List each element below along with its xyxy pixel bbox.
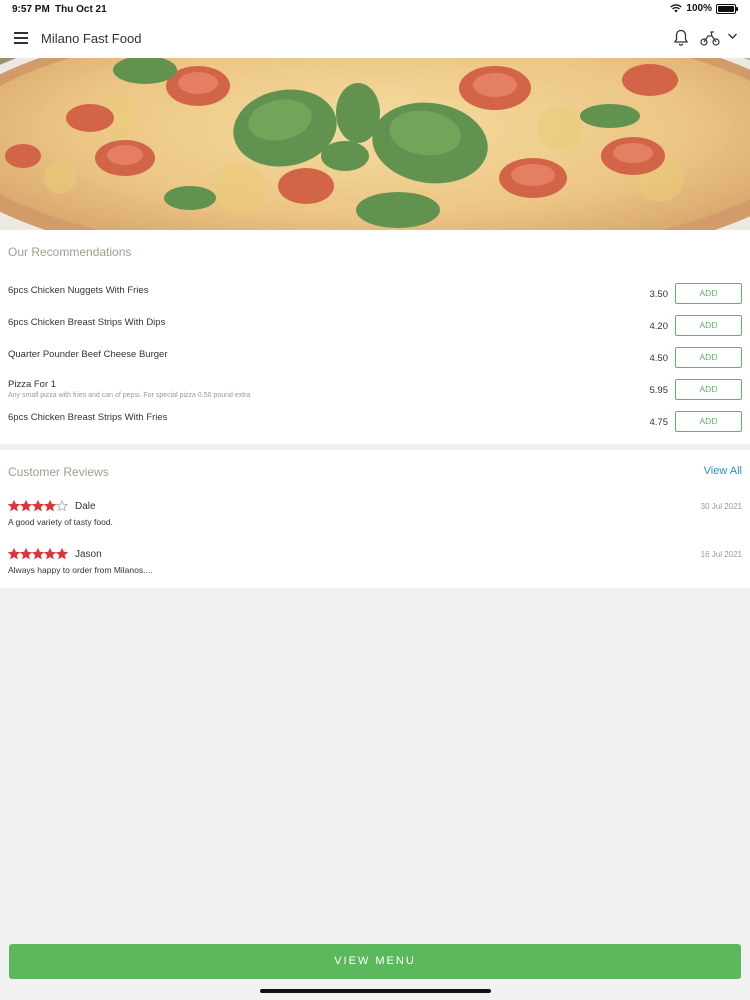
battery-fill bbox=[718, 5, 734, 12]
review-text: Always happy to order from Milanos.... bbox=[8, 565, 153, 575]
app-title: Milano Fast Food bbox=[41, 31, 142, 46]
review-date: 30 Jul 2021 bbox=[700, 502, 742, 511]
star-filled-icon bbox=[20, 500, 32, 512]
item-name: 6pcs Chicken Breast Strips With Dips bbox=[8, 317, 166, 328]
add-button[interactable]: ADD bbox=[675, 411, 742, 432]
recommendation-item: Pizza For 1 Any small pizza with fries a… bbox=[0, 379, 750, 407]
star-filled-icon bbox=[20, 548, 32, 560]
pizza-illustration bbox=[0, 58, 750, 230]
view-menu-button[interactable]: VIEW MENU bbox=[9, 944, 741, 979]
item-price: 4.75 bbox=[649, 417, 669, 428]
review-date: 16 Jul 2021 bbox=[700, 550, 742, 559]
star-filled-icon bbox=[8, 500, 20, 512]
item-price: 3.50 bbox=[649, 289, 669, 300]
reviews-title: Customer Reviews bbox=[8, 465, 109, 479]
bell-icon[interactable] bbox=[673, 29, 689, 47]
item-name: 6pcs Chicken Nuggets With Fries bbox=[8, 285, 149, 296]
recommendation-item: 6pcs Chicken Breast Strips With Dips 4.2… bbox=[0, 315, 750, 343]
status-time: 9:57 PM bbox=[12, 4, 50, 15]
reviews-section: Customer Reviews View All Dale 30 Jul 20… bbox=[0, 450, 750, 588]
add-button[interactable]: ADD bbox=[675, 379, 742, 400]
item-price: 4.50 bbox=[649, 353, 669, 364]
reviewer-name: Dale bbox=[75, 501, 96, 512]
home-indicator[interactable] bbox=[260, 989, 491, 993]
item-description: Any small pizza with fries and can of pe… bbox=[8, 392, 251, 399]
hero-pizza-image bbox=[0, 58, 750, 230]
status-right: 100% bbox=[670, 3, 738, 14]
scooter-icon[interactable] bbox=[700, 30, 720, 46]
star-rating bbox=[8, 500, 68, 512]
reviewer-name: Jason bbox=[75, 549, 102, 560]
battery-icon bbox=[716, 3, 738, 14]
menu-icon[interactable] bbox=[14, 32, 28, 44]
star-filled-icon bbox=[44, 548, 56, 560]
chevron-down-icon[interactable] bbox=[727, 32, 738, 40]
star-filled-icon bbox=[32, 500, 44, 512]
review-item: Dale 30 Jul 2021 A good variety of tasty… bbox=[0, 500, 750, 536]
recommendation-item: 6pcs Chicken Nuggets With Fries 3.50 ADD bbox=[0, 283, 750, 311]
view-all-link[interactable]: View All bbox=[704, 465, 742, 477]
item-name: Pizza For 1 bbox=[8, 379, 57, 390]
review-item: Jason 16 Jul 2021 Always happy to order … bbox=[0, 548, 750, 584]
recommendation-item: Quarter Pounder Beef Cheese Burger 4.50 … bbox=[0, 347, 750, 375]
star-filled-icon bbox=[8, 548, 20, 560]
status-bar: 9:57 PM Thu Oct 21 100% bbox=[0, 0, 750, 18]
item-price: 4.20 bbox=[649, 321, 669, 332]
item-name: Quarter Pounder Beef Cheese Burger bbox=[8, 349, 168, 360]
item-name: 6pcs Chicken Breast Strips With Fries bbox=[8, 412, 168, 423]
star-filled-icon bbox=[44, 500, 56, 512]
wifi-icon bbox=[670, 4, 683, 13]
item-price: 5.95 bbox=[649, 385, 669, 396]
review-text: A good variety of tasty food. bbox=[8, 517, 113, 527]
add-button[interactable]: ADD bbox=[675, 315, 742, 336]
battery-percent: 100% bbox=[686, 3, 712, 14]
add-button[interactable]: ADD bbox=[675, 283, 742, 304]
add-button[interactable]: ADD bbox=[675, 347, 742, 368]
star-empty-icon bbox=[56, 500, 68, 512]
star-filled-icon bbox=[32, 548, 44, 560]
star-rating bbox=[8, 548, 68, 560]
recommendations-title: Our Recommendations bbox=[8, 245, 132, 259]
app-header: Milano Fast Food bbox=[0, 18, 750, 58]
recommendations-section: Our Recommendations 6pcs Chicken Nuggets… bbox=[0, 230, 750, 444]
status-date: Thu Oct 21 bbox=[55, 4, 107, 15]
star-filled-icon bbox=[56, 548, 68, 560]
recommendation-item: 6pcs Chicken Breast Strips With Fries 4.… bbox=[0, 411, 750, 439]
